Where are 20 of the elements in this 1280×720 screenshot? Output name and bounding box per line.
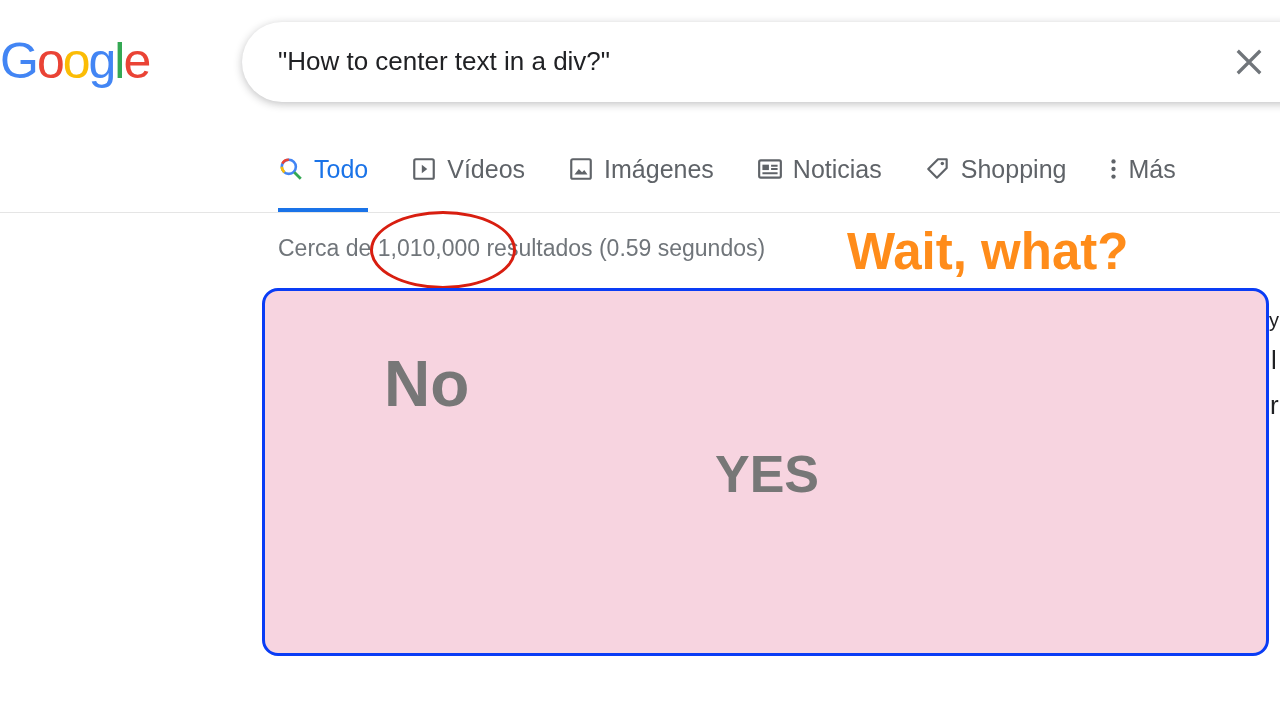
- play-icon: [411, 156, 438, 182]
- tab[interactable]: Imágenes: [568, 126, 714, 212]
- tab[interactable]: Noticias: [756, 126, 882, 212]
- tab[interactable]: Shopping: [924, 126, 1067, 212]
- meme-text: YES: [715, 444, 820, 504]
- tab[interactable]: Todo: [278, 126, 369, 212]
- tag-icon: [924, 156, 951, 182]
- search-icon: [278, 156, 304, 182]
- meme-text: No: [384, 347, 470, 421]
- result-text: r: [1270, 390, 1279, 421]
- annotation-text: Wait, what?: [847, 222, 1129, 281]
- more-icon: [1109, 156, 1119, 182]
- tab[interactable]: Vídeos: [411, 126, 526, 212]
- result-text: l: [1271, 345, 1277, 376]
- search-field[interactable]: "How to center text in a div?": [278, 46, 1224, 77]
- image-icon: [568, 156, 595, 182]
- newspaper-icon: [756, 156, 783, 182]
- result-text: y: [1269, 309, 1279, 332]
- google-logo[interactable]: Google: [0, 36, 242, 86]
- tab[interactable]: Más: [1109, 126, 1176, 212]
